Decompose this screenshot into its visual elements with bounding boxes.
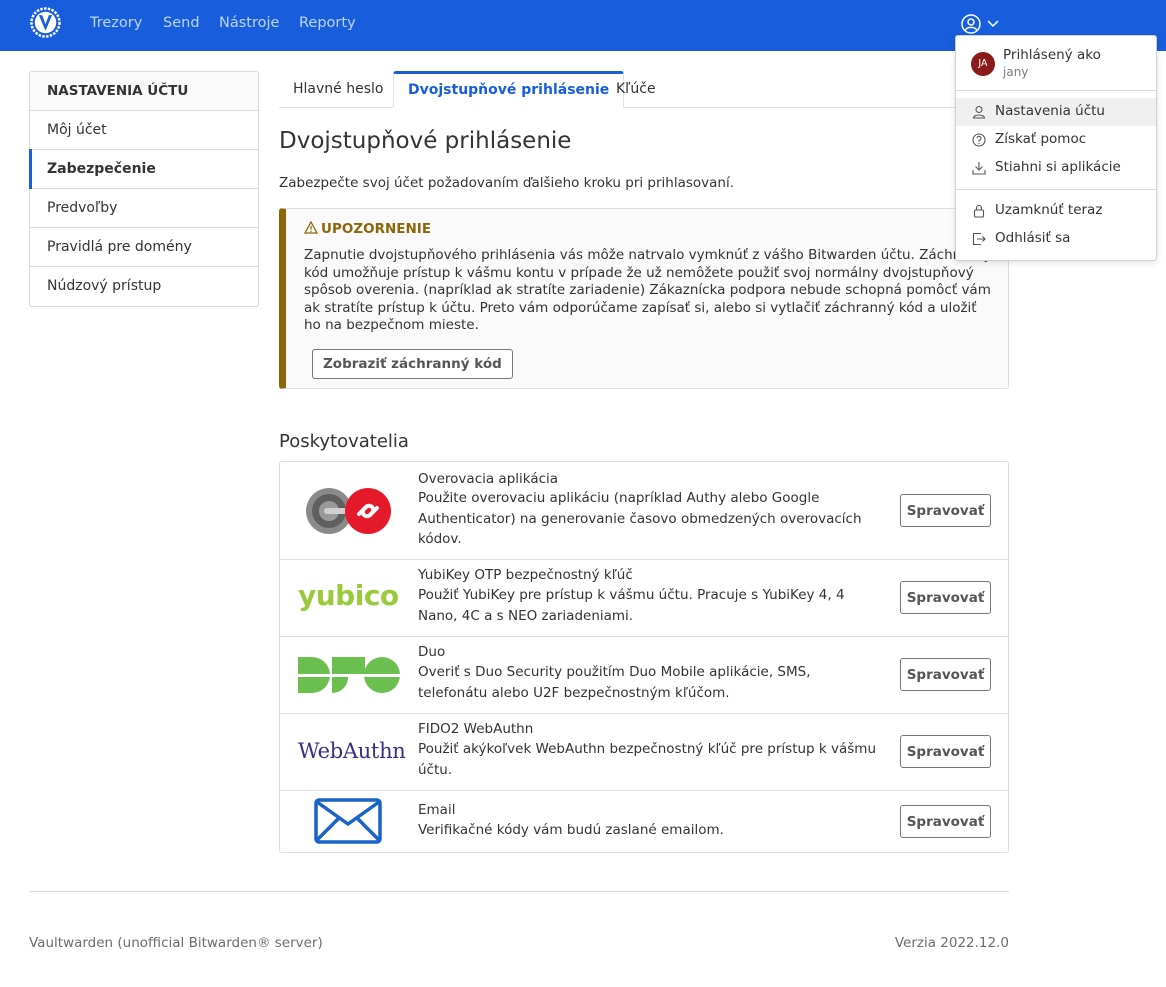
- sidebar-item-preferences[interactable]: Predvoľby: [30, 189, 258, 228]
- providers-title: Poskytovatelia: [279, 431, 409, 452]
- manage-email-button[interactable]: Spravovať: [900, 805, 991, 838]
- caret-down-icon: [987, 20, 999, 28]
- manage-duo-button[interactable]: Spravovať: [900, 658, 991, 691]
- menu-item-log-out[interactable]: Odhlásiť sa: [956, 225, 1156, 253]
- menu-divider: [956, 189, 1156, 190]
- tab-keys[interactable]: Kľúče: [602, 71, 670, 108]
- provider-authenticator: Overovacia aplikácia Použite overovaciu …: [280, 462, 1008, 560]
- nav-vaults[interactable]: Trezory: [90, 15, 142, 31]
- provider-description: Overiť s Duo Security použitím Duo Mobil…: [418, 664, 811, 701]
- menu-item-label: Nastavenia účtu: [995, 103, 1105, 119]
- yubico-logo: yubico: [298, 579, 399, 612]
- provider-duo: Duo Overiť s Duo Security použitím Duo M…: [280, 637, 1008, 714]
- provider-name: YubiKey OTP bezpečnostný kľúč: [418, 567, 633, 583]
- menu-item-label: Uzamknúť teraz: [995, 202, 1103, 218]
- account-dropdown-menu: JA Prihlásený ako jany Nastavenia účtu Z…: [955, 35, 1157, 261]
- providers-list: Overovacia aplikácia Použite overovaciu …: [279, 461, 1009, 853]
- footer-server-name: Vaultwarden (unofficial Bitwarden® serve…: [29, 935, 323, 951]
- menu-item-label: Odhlásiť sa: [995, 230, 1071, 246]
- warning-triangle-icon: [303, 220, 319, 234]
- provider-name: Overovacia aplikácia: [418, 471, 559, 487]
- provider-description: Použiť akýkoľvek WebAuthn bezpečnostný k…: [418, 741, 877, 778]
- provider-name: Email: [418, 802, 456, 818]
- webauthn-logo: WebAuthn: [298, 739, 406, 763]
- duo-logo: [298, 657, 400, 693]
- provider-description: Použite overovaciu aplikáciu (napríklad …: [418, 490, 862, 547]
- provider-description: Použiť YubiKey pre prístup k vášmu účtu.…: [418, 587, 845, 624]
- user-circle-icon: [961, 14, 981, 34]
- nav-reports[interactable]: Reporty: [299, 15, 356, 31]
- view-recovery-code-button[interactable]: Zobraziť záchranný kód: [312, 349, 513, 379]
- provider-webauthn: WebAuthn FIDO2 WebAuthn Použiť akýkoľvek…: [280, 714, 1008, 791]
- menu-item-account-settings[interactable]: Nastavenia účtu: [956, 98, 1156, 126]
- menu-item-label: Získať pomoc: [995, 131, 1087, 147]
- authenticator-logo: [306, 488, 391, 534]
- page-description: Zabezpečte svoj účet požadovaním ďalšieh…: [279, 175, 735, 191]
- avatar: JA: [971, 52, 995, 76]
- envelope-icon: [314, 798, 382, 844]
- vaultwarden-logo-icon[interactable]: [29, 6, 62, 39]
- sidebar-item-security[interactable]: Zabezpečenie: [29, 149, 258, 189]
- menu-item-lock-now[interactable]: Uzamknúť teraz: [956, 197, 1156, 225]
- account-menu-button[interactable]: [960, 13, 1002, 35]
- sidebar-item-emergency-access[interactable]: Núdzový prístup: [30, 267, 258, 306]
- warning-title-text: UPOZORNENIE: [321, 221, 432, 237]
- warning-body: Zapnutie dvojstupňového prihlásenia vás …: [304, 247, 992, 334]
- menu-item-label: Stiahni si aplikácie: [995, 159, 1121, 175]
- menu-item-download-apps[interactable]: Stiahni si aplikácie: [956, 154, 1156, 182]
- security-tabs: Hlavné heslo Dvojstupňové prihlásenie Kľ…: [279, 71, 1009, 108]
- sidebar-item-domain-rules[interactable]: Pravidlá pre domény: [30, 228, 258, 267]
- logged-in-username: jany: [1003, 65, 1029, 79]
- user-icon: [972, 105, 986, 119]
- footer-version: Verzia 2022.12.0: [894, 935, 1009, 951]
- menu-divider: [956, 90, 1156, 91]
- warning-callout: UPOZORNENIE Zapnutie dvojstupňového prih…: [279, 208, 1009, 389]
- tab-two-step-login[interactable]: Dvojstupňové prihlásenie: [393, 71, 625, 108]
- provider-description: Verifikačné kódy vám budú zaslané emailo…: [418, 822, 724, 838]
- sidebar-header: NASTAVENIA ÚČTU: [30, 72, 258, 111]
- question-circle-icon: [972, 133, 986, 147]
- manage-webauthn-button[interactable]: Spravovať: [900, 735, 991, 768]
- provider-name: FIDO2 WebAuthn: [418, 721, 534, 737]
- logged-in-label: Prihlásený ako: [1003, 47, 1101, 63]
- menu-item-get-help[interactable]: Získať pomoc: [956, 126, 1156, 154]
- nav-send[interactable]: Send: [163, 15, 200, 31]
- lock-icon: [973, 204, 985, 218]
- sidebar-item-my-account[interactable]: Môj účet: [30, 111, 258, 150]
- nav-tools[interactable]: Nástroje: [219, 15, 279, 31]
- provider-email: Email Verifikačné kódy vám budú zaslané …: [280, 791, 1008, 852]
- provider-name: Duo: [418, 644, 446, 660]
- settings-sidebar: NASTAVENIA ÚČTU Môj účet Zabezpečenie Pr…: [29, 71, 259, 307]
- sign-out-icon: [972, 232, 986, 246]
- manage-yubikey-button[interactable]: Spravovať: [900, 581, 991, 614]
- tab-master-password[interactable]: Hlavné heslo: [279, 71, 397, 108]
- download-icon: [972, 162, 986, 175]
- page-title: Dvojstupňové prihlásenie: [279, 128, 572, 154]
- provider-yubikey: yubico YubiKey OTP bezpečnostný kľúč Pou…: [280, 560, 1008, 637]
- manage-authenticator-button[interactable]: Spravovať: [900, 494, 991, 527]
- warning-title: UPOZORNENIE: [303, 220, 432, 237]
- footer-divider: [29, 891, 1009, 892]
